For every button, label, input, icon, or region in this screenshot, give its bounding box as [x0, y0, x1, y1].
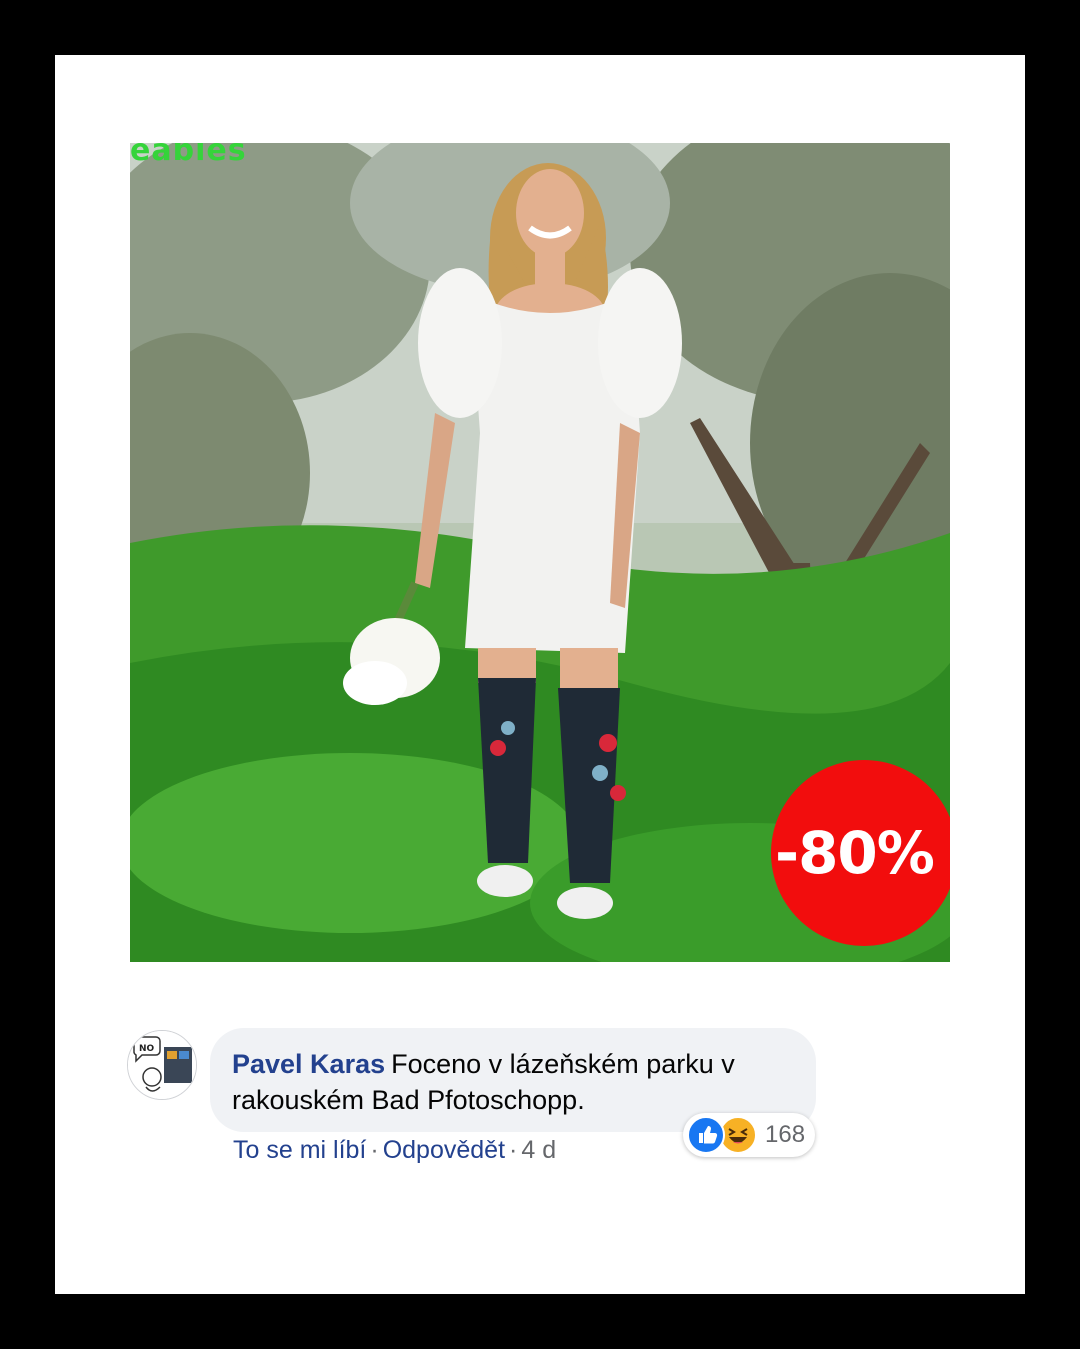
reply-link[interactable]: Odpovědět [383, 1136, 505, 1164]
post-photo[interactable]: eables -80% [130, 143, 950, 962]
discount-badge-label: -80% [775, 819, 935, 887]
avatar-label: NO [139, 1044, 155, 1054]
reaction-count: 168 [765, 1121, 806, 1148]
watermark-logo: eables [130, 143, 247, 168]
avatar-image: NO [128, 1031, 196, 1099]
action-separator: · [370, 1136, 379, 1164]
comment-timestamp[interactable]: 4 d [521, 1136, 556, 1164]
comment: NO Pavel Karas Foceno v lázeňském parku v… [127, 1028, 847, 1190]
post-frame: eables -80% NO Pavel Karas Foceno v lázeň… [55, 55, 1025, 1294]
like-comment-link[interactable]: To se mi líbí [233, 1136, 366, 1164]
comment-actions: To se mi líbí · Odpovědět · 4 d [233, 1136, 556, 1165]
reactions-summary[interactable]: 168 [683, 1113, 816, 1157]
comment-author-link[interactable]: Pavel Karas [232, 1049, 385, 1079]
action-separator: · [509, 1136, 518, 1164]
discount-badge: -80% [771, 760, 950, 946]
avatar[interactable]: NO [127, 1030, 197, 1100]
like-icon [687, 1116, 725, 1154]
